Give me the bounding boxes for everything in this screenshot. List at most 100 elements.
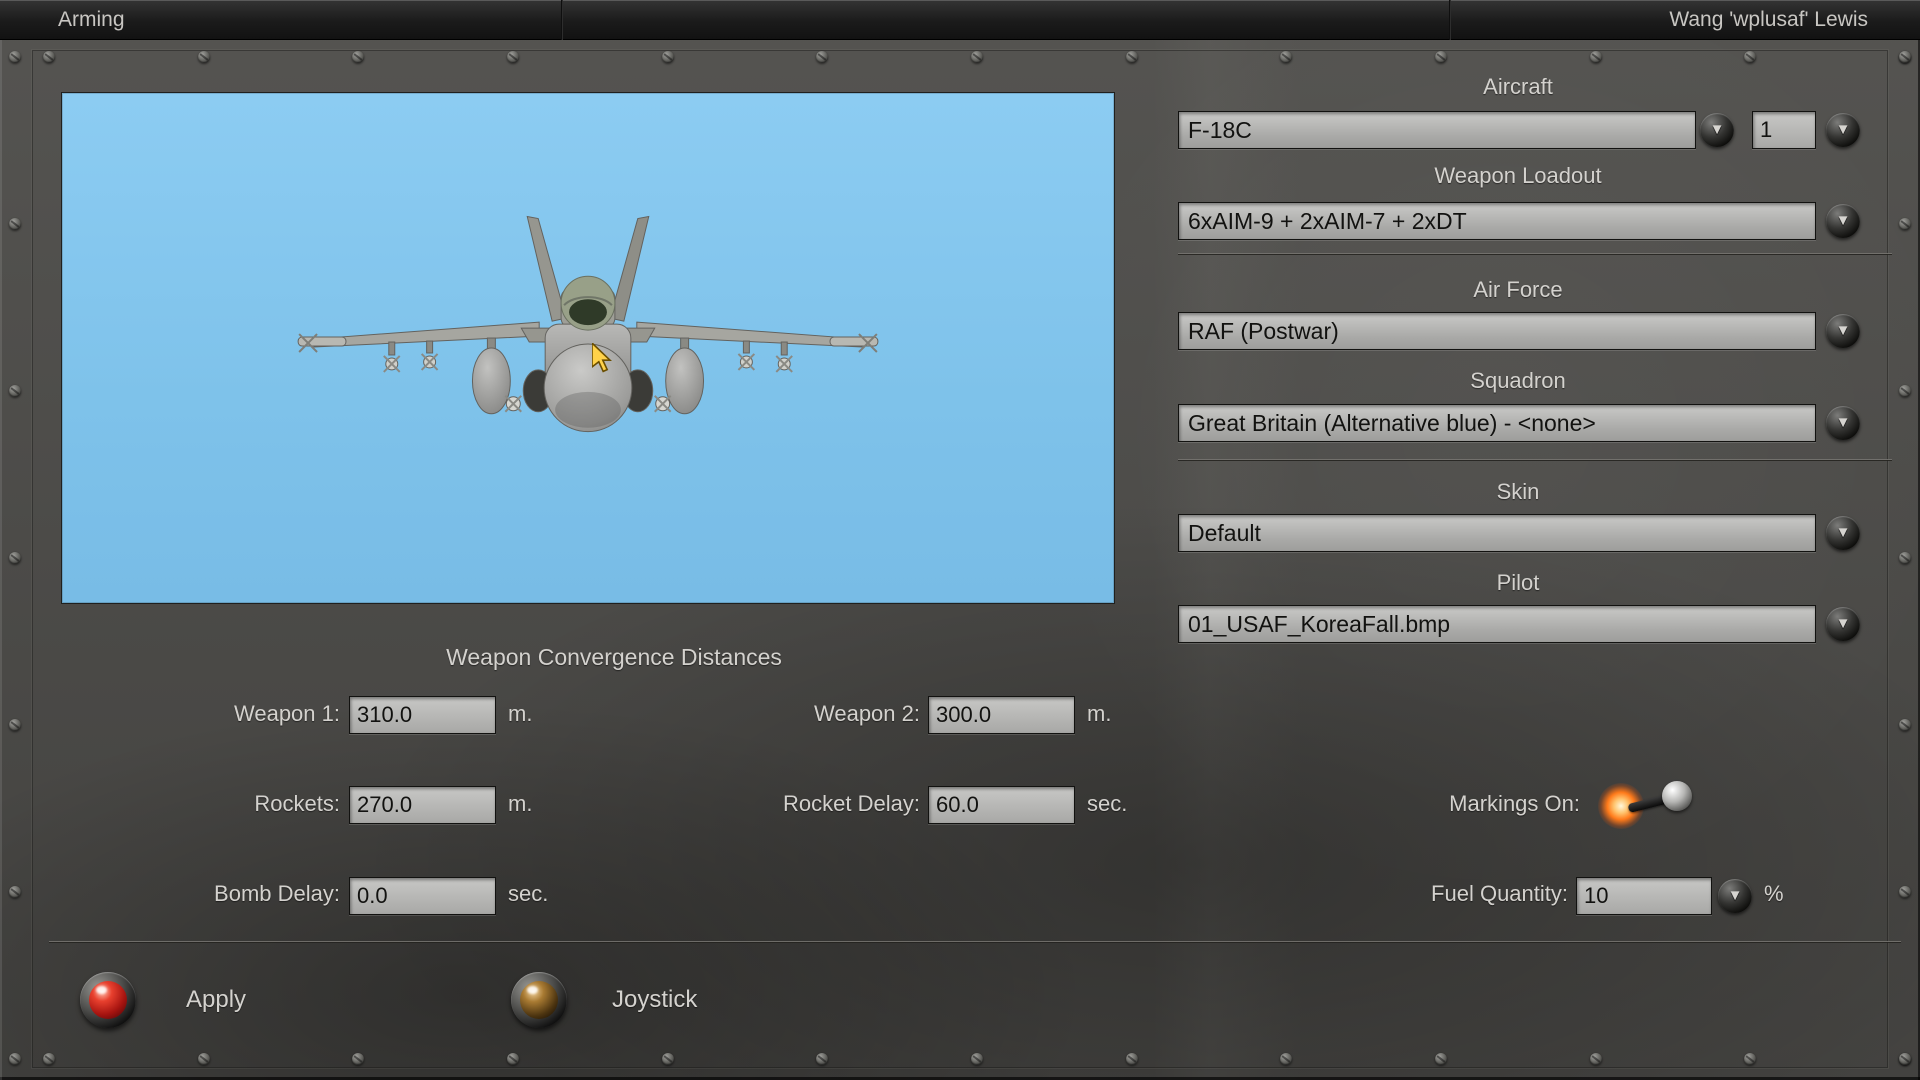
rivet-icon — [1899, 552, 1911, 564]
rivet-icon — [1435, 51, 1447, 63]
loadout-dropdown-arrow-icon[interactable]: ▼ — [1826, 204, 1860, 238]
rivet-icon — [9, 552, 21, 564]
fuel-quantity-arrow-icon[interactable]: ▼ — [1718, 879, 1752, 913]
loadout-dropdown[interactable]: 6xAIM-9 + 2xAIM-7 + 2xDT — [1178, 202, 1816, 240]
rivet-icon — [1899, 1053, 1911, 1065]
rivet-icon — [1280, 51, 1293, 63]
skin-label: Skin — [1496, 479, 1540, 504]
joystick-button-cap-icon — [520, 981, 558, 1019]
bomb-delay-unit: sec. — [508, 881, 549, 906]
markings-toggle[interactable] — [1598, 776, 1710, 832]
pilot-dropdown-arrow-icon[interactable]: ▼ — [1826, 607, 1860, 641]
aircraft-label: Aircraft — [1483, 74, 1553, 99]
topbar-separator — [1449, 0, 1451, 40]
rocket-delay-label: Rocket Delay: — [783, 791, 920, 816]
rivet-icon — [197, 51, 210, 63]
rivet-icon — [1125, 51, 1138, 63]
section-divider — [1178, 459, 1892, 461]
apply-button[interactable] — [80, 972, 136, 1028]
convergence-title: Weapon Convergence Distances — [446, 644, 782, 670]
squadron-dropdown[interactable]: Great Britain (Alternative blue) - <none… — [1178, 404, 1816, 442]
weapon1-unit: m. — [508, 701, 533, 726]
rivet-icon — [1744, 1053, 1757, 1065]
air-force-label: Air Force — [1473, 277, 1563, 302]
rivet-icon — [816, 1053, 829, 1065]
fuel-quantity-label: Fuel Quantity: — [1431, 881, 1568, 906]
tab-arming[interactable]: Arming — [58, 0, 125, 40]
rivet-icon — [352, 1053, 365, 1065]
rivet-icon — [971, 51, 983, 63]
squadron-label: Squadron — [1470, 368, 1566, 393]
rivet-icon — [1589, 1053, 1602, 1065]
apply-button-label[interactable]: Apply — [186, 986, 246, 1014]
rivet-icon — [1899, 385, 1911, 397]
rivet-icon — [507, 51, 519, 63]
bomb-delay-field[interactable] — [349, 877, 496, 915]
rivet-icon — [9, 1053, 21, 1065]
rivet-icon — [1899, 218, 1911, 230]
rivet-icon — [816, 51, 829, 63]
rivet-icon — [1744, 51, 1757, 63]
rivet-icon — [9, 218, 21, 230]
player-name: Wang 'wplusaf' Lewis — [1669, 8, 1868, 31]
rivet-icon — [1435, 1053, 1447, 1065]
weapon2-unit: m. — [1087, 701, 1112, 726]
rivet-icon — [9, 886, 21, 898]
pilot-dropdown[interactable]: 01_USAF_KoreaFall.bmp — [1178, 605, 1816, 643]
rivet-icon — [43, 1053, 55, 1065]
aircraft-dropdown-arrow-icon[interactable]: ▼ — [1700, 113, 1734, 147]
aircraft-count-arrow-icon[interactable]: ▼ — [1826, 113, 1860, 147]
skin-dropdown[interactable]: Default — [1178, 514, 1816, 552]
toggle-ball — [1662, 781, 1692, 811]
rocket-delay-unit: sec. — [1087, 791, 1128, 816]
rockets-field[interactable] — [349, 786, 496, 824]
air-force-dropdown-arrow-icon[interactable]: ▼ — [1826, 314, 1860, 348]
top-bar: Arming Wang 'wplusaf' Lewis — [0, 0, 1920, 40]
loadout-label: Weapon Loadout — [1434, 163, 1602, 188]
rivet-icon — [9, 51, 21, 63]
apply-button-cap-icon — [89, 981, 127, 1019]
rockets-label: Rockets: — [254, 791, 340, 816]
rivet-icon — [1899, 1053, 1911, 1065]
rivet-icon — [43, 51, 55, 63]
topbar-separator — [561, 0, 563, 40]
rivet-icon — [9, 385, 21, 397]
section-divider — [1178, 253, 1892, 255]
skin-dropdown-arrow-icon[interactable]: ▼ — [1826, 516, 1860, 550]
rivet-icon — [9, 719, 21, 731]
rivet-icon — [1899, 886, 1911, 898]
rivet-icon — [1899, 719, 1911, 731]
weapon2-label: Weapon 2: — [813, 701, 920, 726]
rivet-icon — [507, 1053, 519, 1065]
rivet-icon — [1280, 1053, 1293, 1065]
aircraft-preview-panel[interactable] — [61, 92, 1115, 604]
fuel-quantity-unit: % — [1764, 881, 1784, 906]
rocket-delay-field[interactable] — [928, 786, 1075, 824]
markings-label: Markings On: — [1449, 791, 1580, 816]
arming-screen: Arming Wang 'wplusaf' Lewis Aircraft F-1… — [0, 0, 1920, 1080]
weapon1-field[interactable] — [349, 696, 496, 734]
rivet-icon — [1125, 1053, 1138, 1065]
air-force-dropdown[interactable]: RAF (Postwar) — [1178, 312, 1816, 350]
aircraft-dropdown[interactable]: F-18C — [1178, 111, 1696, 149]
rivet-icon — [971, 1053, 983, 1065]
weapon2-field[interactable] — [928, 696, 1075, 734]
fuel-quantity-field[interactable] — [1576, 877, 1712, 915]
rivet-icon — [1899, 51, 1911, 63]
rivet-icon — [1899, 51, 1911, 63]
footer-divider — [49, 941, 1901, 943]
rivet-icon — [661, 1053, 674, 1065]
rivet-icon — [1589, 51, 1602, 63]
squadron-dropdown-arrow-icon[interactable]: ▼ — [1826, 406, 1860, 440]
aircraft-count-field[interactable] — [1752, 111, 1816, 149]
rivet-icon — [661, 51, 674, 63]
joystick-button-label[interactable]: Joystick — [612, 986, 697, 1014]
joystick-button[interactable] — [511, 972, 567, 1028]
bomb-delay-label: Bomb Delay: — [214, 881, 340, 906]
rockets-unit: m. — [508, 791, 533, 816]
rivet-icon — [352, 51, 365, 63]
pilot-label: Pilot — [1496, 570, 1540, 595]
aircraft-render — [297, 215, 879, 433]
rivet-icon — [197, 1053, 210, 1065]
weapon1-label: Weapon 1: — [233, 701, 340, 726]
